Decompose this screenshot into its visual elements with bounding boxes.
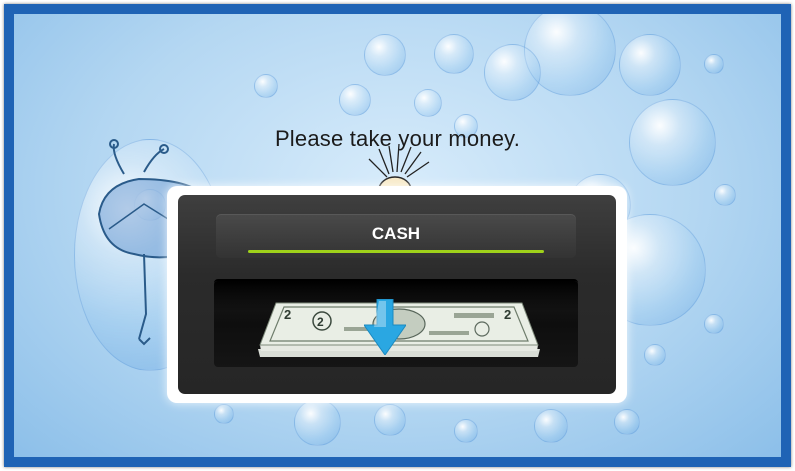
cash-dispenser: CASH 2 2 2 [178,195,616,394]
svg-text:2: 2 [317,315,324,329]
bubble [704,54,724,74]
cash-dispenser-panel: CASH 2 2 2 [167,186,627,403]
svg-text:2: 2 [284,307,291,322]
bubble [339,84,371,116]
bubble [644,344,666,366]
bubble [714,184,736,206]
cash-indicator-bar [248,250,544,253]
bubble [454,419,478,443]
bubble [364,34,406,76]
bubble [374,404,406,436]
bubble [294,399,341,446]
bubble [614,409,640,435]
atm-frame: Please take your money. CASH 2 2 2 [4,4,791,467]
bubble [254,74,278,98]
cash-slot[interactable]: 2 2 2 [214,279,578,367]
svg-text:2: 2 [504,307,511,322]
bubble [619,34,681,96]
arrow-down-icon [364,299,406,355]
bubble [534,409,568,443]
bubble [434,34,474,74]
cash-header: CASH [216,214,576,258]
bubble [704,314,724,334]
bubble [484,44,541,101]
instruction-message: Please take your money. [274,126,521,151]
bubble [214,404,234,424]
bubble [414,89,442,117]
cash-label: CASH [371,224,421,243]
